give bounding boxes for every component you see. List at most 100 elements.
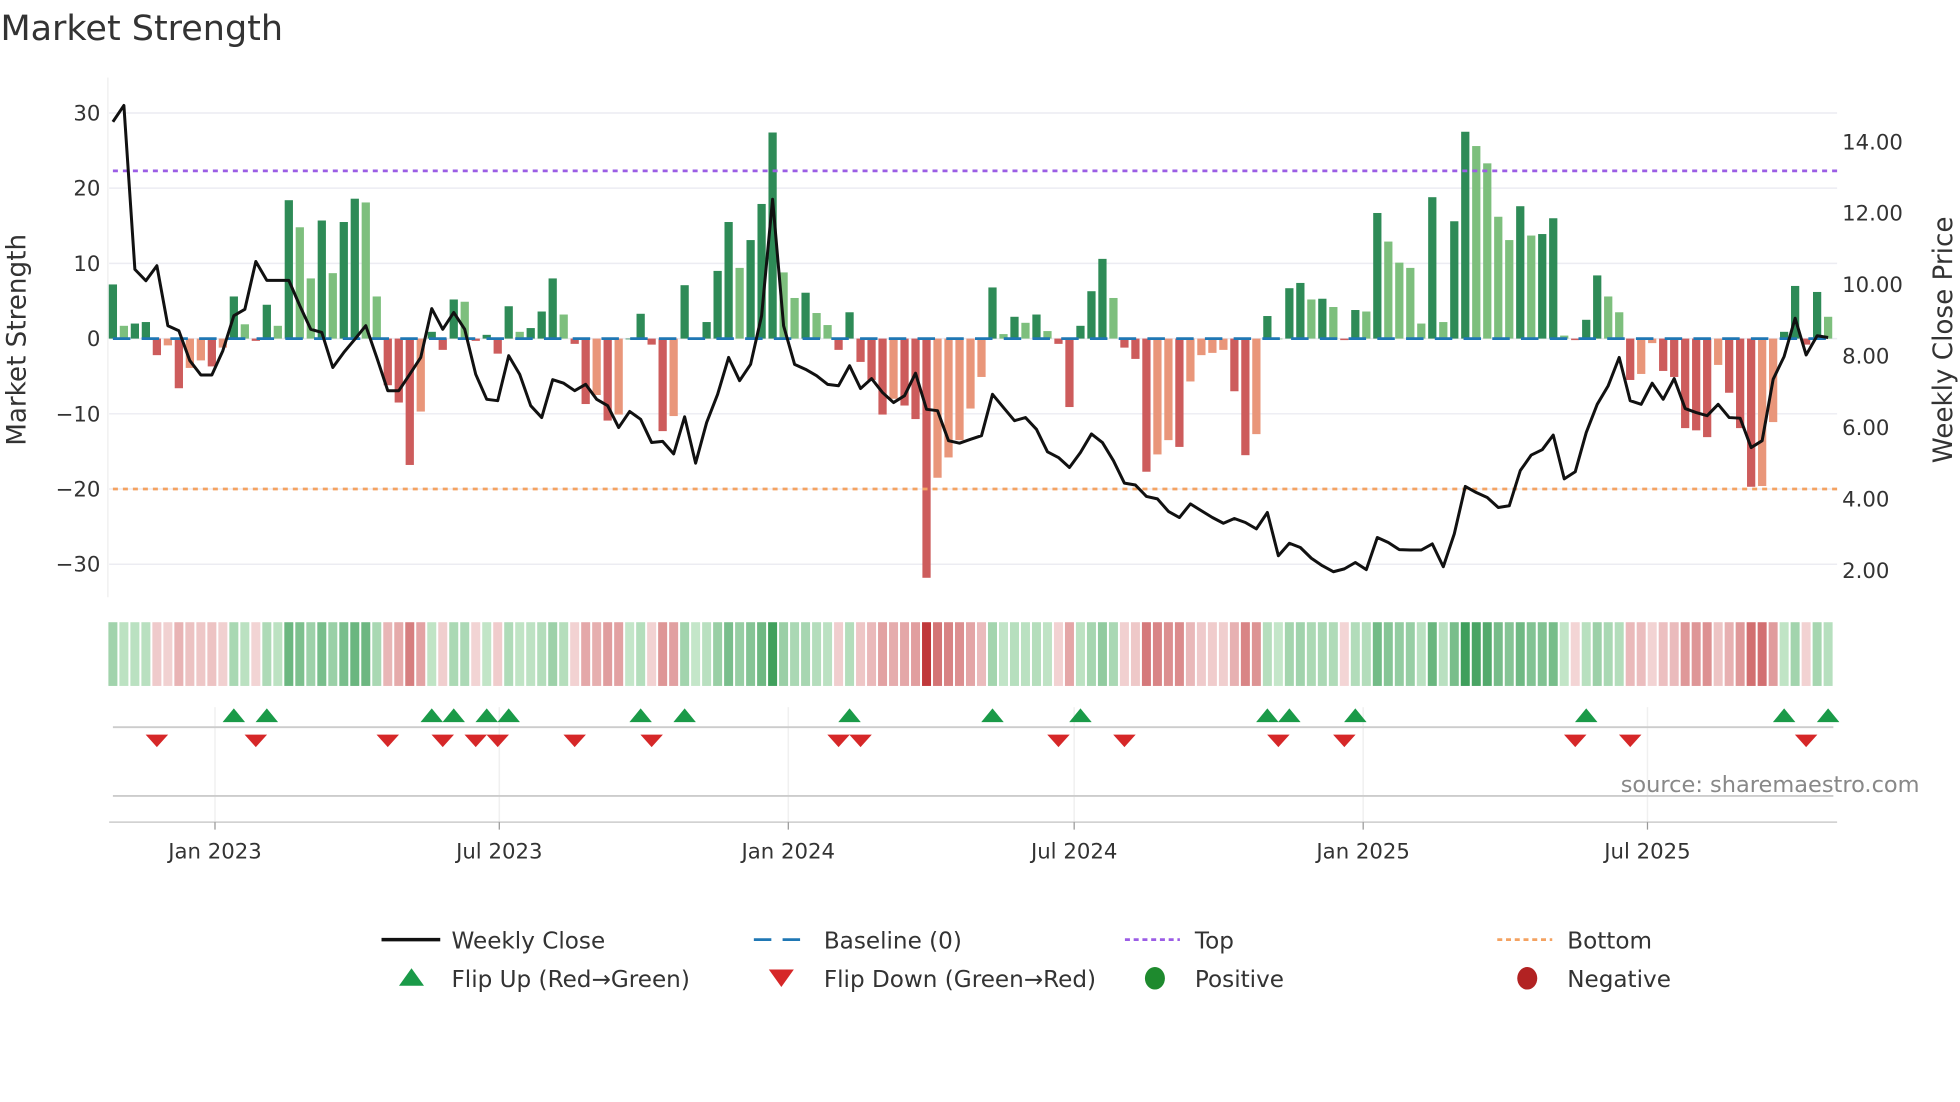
strength-bar bbox=[746, 240, 755, 339]
strength-bar bbox=[1703, 338, 1712, 438]
strength-bar bbox=[1428, 197, 1437, 339]
legend-label: Flip Down (Green→Red) bbox=[824, 967, 1096, 993]
strength-bar bbox=[724, 222, 733, 339]
legend-label: Weekly Close bbox=[451, 928, 605, 954]
heatmap-cell bbox=[1020, 622, 1030, 686]
strength-bar bbox=[295, 227, 304, 339]
strength-bar bbox=[207, 338, 216, 367]
flip-up-marker bbox=[629, 708, 652, 723]
strength-bar bbox=[1725, 338, 1734, 393]
strength-bar bbox=[1461, 131, 1470, 339]
heatmap-cell bbox=[339, 622, 349, 686]
legend-label: Bottom bbox=[1567, 928, 1652, 954]
strength-bar bbox=[1021, 322, 1030, 339]
strength-bar bbox=[636, 313, 645, 339]
heatmap-cell bbox=[812, 622, 822, 686]
heatmap-cell bbox=[1669, 622, 1679, 686]
heatmap-cell bbox=[757, 622, 767, 686]
strength-bar bbox=[1637, 338, 1646, 374]
x-tick-label: Jan 2023 bbox=[166, 839, 262, 864]
y2-tick-label: 6.00 bbox=[1842, 416, 1889, 441]
heatmap-cell bbox=[1064, 622, 1074, 686]
strength-bar bbox=[680, 285, 689, 339]
strength-bar bbox=[1076, 325, 1085, 339]
heatmap-cell bbox=[1735, 622, 1745, 686]
heatmap-cell bbox=[1031, 622, 1041, 686]
flip-down-marker bbox=[1333, 734, 1356, 748]
heatmap-cell bbox=[207, 622, 217, 686]
heatmap-cell bbox=[658, 622, 668, 686]
heatmap-cell bbox=[1009, 622, 1019, 686]
heatmap-cell bbox=[1636, 622, 1646, 686]
strength-bar bbox=[372, 296, 381, 339]
strength-bar bbox=[1219, 338, 1228, 350]
heatmap-cell bbox=[779, 622, 789, 686]
strength-bar bbox=[966, 338, 975, 409]
heatmap-cell bbox=[1152, 622, 1162, 686]
strength-bar bbox=[1758, 338, 1767, 487]
heatmap-cell bbox=[1185, 622, 1195, 686]
strength-heatmap bbox=[108, 622, 1833, 686]
heatmap-cell bbox=[867, 622, 877, 686]
heatmap-cell bbox=[647, 622, 657, 686]
strength-bar bbox=[1670, 338, 1679, 377]
flip-up-marker bbox=[981, 708, 1004, 723]
strength-bar bbox=[1384, 241, 1393, 339]
heatmap-cell bbox=[548, 622, 558, 686]
strength-bar bbox=[1362, 311, 1371, 339]
heatmap-cell bbox=[987, 622, 997, 686]
heatmap-cell bbox=[416, 622, 426, 686]
heatmap-cell bbox=[1416, 622, 1426, 686]
legend-positive-icon bbox=[1144, 967, 1165, 990]
heatmap-cell bbox=[515, 622, 525, 686]
heatmap-cell bbox=[526, 622, 536, 686]
heatmap-cell bbox=[1196, 622, 1206, 686]
heatmap-cell bbox=[614, 622, 624, 686]
strength-bar bbox=[559, 314, 568, 339]
heatmap-cell bbox=[185, 622, 195, 686]
heatmap-cell bbox=[911, 622, 921, 686]
strength-bar bbox=[955, 338, 964, 441]
heatmap-cell bbox=[218, 622, 228, 686]
strength-bar bbox=[812, 313, 821, 339]
heatmap-cell bbox=[977, 622, 986, 686]
heatmap-cell bbox=[130, 622, 140, 686]
heatmap-cell bbox=[1163, 622, 1173, 686]
flip-down-marker bbox=[1563, 734, 1587, 748]
heatmap-cell bbox=[284, 622, 294, 686]
strength-bar bbox=[1109, 297, 1118, 339]
heatmap-cell bbox=[119, 622, 129, 686]
strength-bar bbox=[526, 328, 535, 339]
strength-bar bbox=[394, 338, 403, 403]
strength-bar bbox=[1318, 298, 1327, 339]
flip-up-marker bbox=[442, 708, 465, 723]
heatmap-cell bbox=[1713, 622, 1723, 686]
strength-bar bbox=[845, 312, 854, 339]
heatmap-cell bbox=[372, 622, 382, 686]
strength-bar bbox=[1472, 146, 1481, 339]
strength-bar bbox=[1285, 288, 1294, 339]
heatmap-cell bbox=[801, 622, 811, 686]
heatmap-cell bbox=[427, 622, 437, 686]
flip-up-marker bbox=[1256, 708, 1279, 723]
strength-bar bbox=[1351, 310, 1360, 339]
heatmap-cell bbox=[834, 622, 844, 686]
flip-down-marker bbox=[849, 734, 872, 748]
strength-bar bbox=[1747, 338, 1756, 487]
heatmap-cell bbox=[152, 622, 162, 686]
heatmap-cell bbox=[1680, 622, 1690, 686]
strength-bar bbox=[317, 220, 326, 339]
strength-bar bbox=[405, 338, 414, 465]
strength-bar bbox=[1329, 307, 1338, 339]
source-label: source: sharemaestro.com bbox=[1621, 772, 1920, 798]
heatmap-cell bbox=[174, 622, 184, 686]
heatmap-cell bbox=[845, 622, 855, 686]
heatmap-cell bbox=[790, 622, 800, 686]
y-tick-label: −20 bbox=[56, 478, 101, 503]
heatmap-cell bbox=[944, 622, 954, 686]
heatmap-cell bbox=[383, 622, 393, 686]
heatmap-cell bbox=[1174, 622, 1184, 686]
strength-bar bbox=[889, 338, 898, 399]
strength-bar bbox=[1582, 319, 1591, 339]
flip-down-marker bbox=[145, 734, 169, 748]
